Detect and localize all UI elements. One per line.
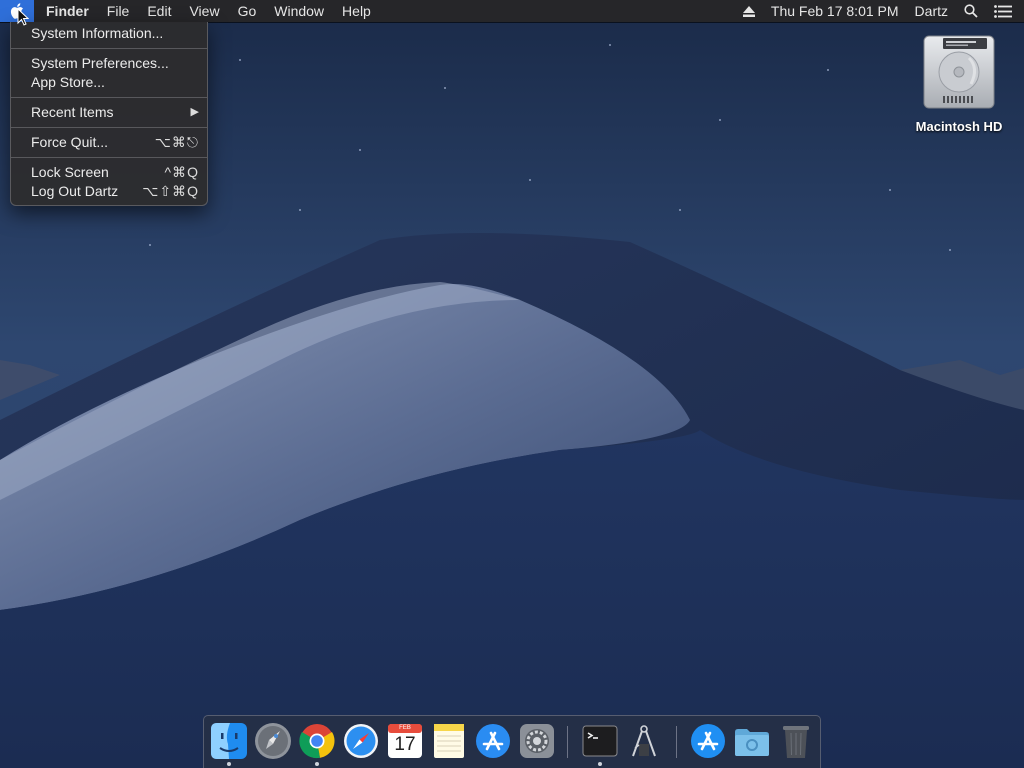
menu-item-system-information[interactable]: System Information... bbox=[11, 24, 207, 43]
calendar-day: 17 bbox=[394, 734, 416, 755]
chrome-icon[interactable] bbox=[298, 722, 336, 760]
app-store-alt-icon[interactable] bbox=[689, 722, 727, 760]
trash-icon[interactable] bbox=[777, 722, 815, 760]
script-editor-icon[interactable] bbox=[625, 722, 663, 760]
menu-item-shortcut: ^⌘Q bbox=[164, 164, 199, 180]
app-store-icon[interactable] bbox=[474, 722, 512, 760]
menu-app-finder[interactable]: Finder bbox=[34, 0, 98, 22]
menu-view[interactable]: View bbox=[180, 0, 228, 22]
dock-divider bbox=[676, 726, 677, 758]
menu-item-force-quit[interactable]: Force Quit... ⌥⌘⎋ bbox=[11, 133, 207, 152]
menu-separator bbox=[11, 157, 207, 158]
dock-divider bbox=[567, 726, 568, 758]
running-indicator bbox=[315, 762, 319, 766]
folder-icon[interactable] bbox=[733, 722, 771, 760]
menu-item-label: Force Quit... bbox=[31, 134, 109, 150]
menu-bar: Finder File Edit View Go Window Help Thu… bbox=[0, 0, 1024, 22]
menu-item-log-out[interactable]: Log Out Dartz ⌥⇧⌘Q bbox=[11, 182, 207, 201]
menu-separator bbox=[11, 127, 207, 128]
desktop-icon-label: Macintosh HD bbox=[915, 119, 1003, 134]
macintosh-hd-desktop-icon[interactable]: Macintosh HD bbox=[906, 32, 1012, 134]
menu-item-shortcut: ⌥⌘⎋ bbox=[154, 134, 199, 150]
user-menu[interactable]: Dartz bbox=[907, 0, 956, 22]
calendar-month: FEB bbox=[399, 725, 411, 731]
menu-item-label: System Information... bbox=[31, 25, 164, 41]
safari-icon[interactable] bbox=[342, 722, 380, 760]
menu-help[interactable]: Help bbox=[333, 0, 380, 22]
menu-item-lock-screen[interactable]: Lock Screen ^⌘Q bbox=[11, 163, 207, 182]
calendar-app[interactable]: FEB 17 bbox=[386, 722, 424, 760]
system-preferences-icon[interactable] bbox=[518, 722, 556, 760]
menu-item-app-store[interactable]: App Store... bbox=[11, 73, 207, 92]
finder-icon[interactable] bbox=[210, 722, 248, 760]
menu-item-system-preferences[interactable]: System Preferences... bbox=[11, 54, 207, 73]
menu-item-label: App Store... bbox=[31, 74, 105, 90]
menu-separator bbox=[11, 48, 207, 49]
dock: FEB 17 bbox=[203, 715, 821, 768]
menu-file[interactable]: File bbox=[98, 0, 139, 22]
launchpad-icon[interactable] bbox=[254, 722, 292, 760]
menu-window[interactable]: Window bbox=[265, 0, 333, 22]
apple-menu-dropdown: System Information... System Preferences… bbox=[10, 22, 208, 206]
running-indicator bbox=[598, 762, 602, 766]
eject-status-item[interactable] bbox=[735, 0, 763, 22]
hard-drive-icon bbox=[923, 35, 995, 109]
menu-item-label: Lock Screen bbox=[31, 164, 109, 180]
menu-item-shortcut: ⌥⇧⌘Q bbox=[142, 183, 199, 199]
notes-icon[interactable] bbox=[430, 722, 468, 760]
menu-edit[interactable]: Edit bbox=[138, 0, 180, 22]
eject-icon bbox=[742, 5, 755, 17]
mouse-cursor-icon bbox=[17, 8, 29, 26]
notification-center-button[interactable] bbox=[986, 0, 1024, 22]
menu-item-recent-items[interactable]: Recent Items ▶ bbox=[11, 103, 207, 122]
list-bullets-icon bbox=[994, 4, 1012, 18]
submenu-arrow-icon: ▶ bbox=[190, 106, 199, 118]
spotlight-button[interactable] bbox=[956, 0, 986, 22]
menu-separator bbox=[11, 97, 207, 98]
running-indicator bbox=[227, 762, 231, 766]
menu-item-label: Log Out Dartz bbox=[31, 183, 119, 199]
menu-go[interactable]: Go bbox=[229, 0, 266, 22]
menu-item-label: System Preferences... bbox=[31, 55, 169, 71]
search-icon bbox=[964, 4, 978, 18]
terminal-icon[interactable] bbox=[581, 722, 619, 760]
menu-item-label: Recent Items bbox=[31, 104, 114, 120]
clock[interactable]: Thu Feb 17 8:01 PM bbox=[763, 0, 907, 22]
